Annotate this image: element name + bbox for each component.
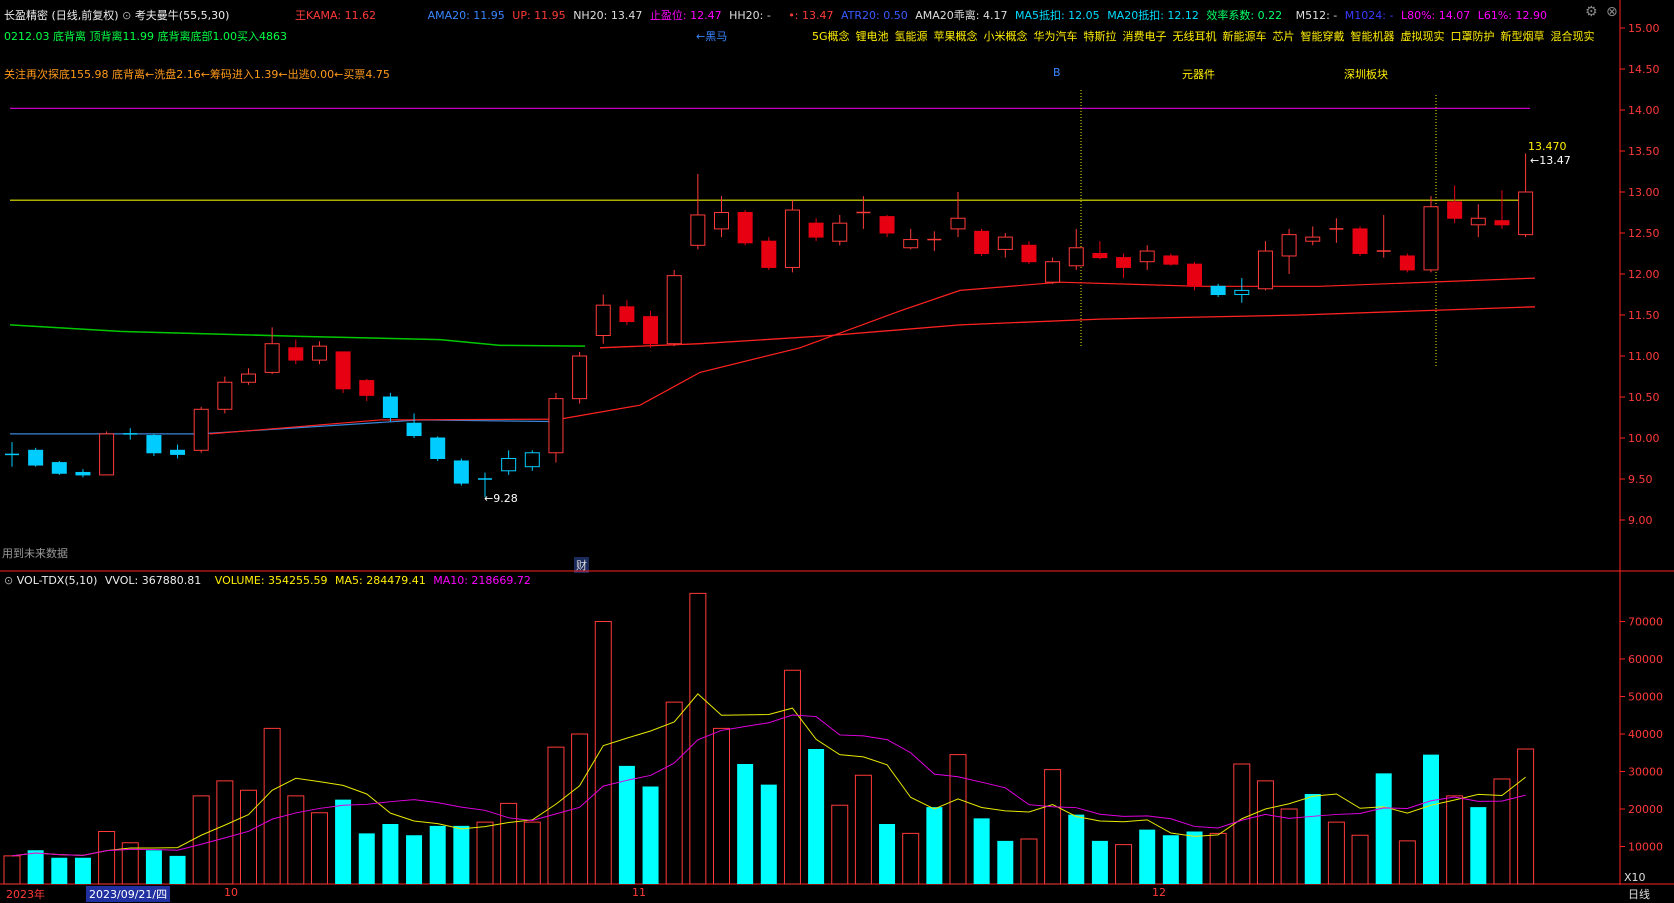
- volume-bar: [1186, 831, 1203, 884]
- volume-bar: [192, 795, 210, 885]
- vol-tick-label: 30000: [1628, 766, 1663, 779]
- volume-bar: [689, 592, 707, 885]
- volume-bar: [1044, 769, 1062, 885]
- volume-bar: [287, 795, 305, 885]
- volume-bar: [831, 804, 849, 885]
- period-tab[interactable]: 日线: [1628, 886, 1650, 902]
- volume-chart[interactable]: 70000 60000 50000 40000 30000 20000 10000: [0, 0, 1674, 903]
- volume-bar: [1162, 835, 1179, 884]
- volume-bar: [1423, 754, 1439, 884]
- volume-bar: [1068, 814, 1085, 884]
- vol-tick-label: 10000: [1628, 841, 1663, 854]
- volume-bar: [1446, 795, 1464, 885]
- volume-bar: [1351, 834, 1369, 885]
- year-label: 2023年: [6, 888, 45, 901]
- volume-bar: [1139, 829, 1156, 884]
- volume-bar: [737, 764, 754, 884]
- volume-bar: [1256, 780, 1274, 885]
- volume-bar: [216, 780, 234, 885]
- month-10: 10: [224, 886, 238, 899]
- volume-bar: [476, 821, 494, 885]
- volume-bar: [760, 784, 777, 884]
- vol-tick-label: 50000: [1628, 691, 1663, 704]
- volume-bar: [1280, 808, 1298, 885]
- volume-bar: [594, 621, 612, 885]
- volume-bar: [263, 727, 281, 885]
- volume-bar: [902, 832, 920, 885]
- volume-bar: [1091, 840, 1108, 884]
- volume-bar: [27, 850, 44, 884]
- volume-bar: [1020, 838, 1038, 885]
- volume-bar: [335, 799, 352, 884]
- vol-tick-label: 40000: [1628, 728, 1663, 741]
- month-11: 11: [632, 886, 646, 899]
- volume-bar: [808, 749, 825, 884]
- volume-bar: [453, 825, 470, 884]
- volume-bar: [854, 774, 872, 885]
- volume-bar: [1517, 748, 1535, 885]
- volume-bar: [665, 701, 683, 885]
- volume-bar: [358, 833, 375, 884]
- volume-bar: [500, 802, 518, 885]
- volume-bar: [1115, 844, 1133, 885]
- volume-bar: [949, 754, 967, 885]
- x10-label[interactable]: X10: [1624, 871, 1646, 884]
- volume-bar: [973, 818, 990, 884]
- time-axis: 2023年 2023/09/21/四 10 11 12 日线: [0, 886, 1674, 903]
- vol-tick-label: 70000: [1628, 616, 1663, 629]
- volume-bar: [1304, 794, 1321, 884]
- volume-bar: [98, 831, 116, 885]
- month-12: 12: [1152, 886, 1166, 899]
- volume-bar: [783, 669, 801, 885]
- volume-bar: [618, 765, 635, 884]
- volume-bar: [926, 807, 943, 884]
- volume-bar: [1375, 773, 1392, 884]
- volume-bar: [1209, 832, 1227, 885]
- volume-bar: [382, 824, 399, 884]
- volume-bar: [997, 840, 1014, 884]
- volume-bar: [642, 786, 659, 884]
- volume-bar: [406, 835, 423, 884]
- volume-bar: [713, 727, 730, 885]
- vol-tick-label: 20000: [1628, 803, 1663, 816]
- volume-bar: [879, 824, 896, 884]
- volume-bar: [1398, 840, 1416, 885]
- volume-bar: [145, 850, 162, 884]
- volume-bar: [310, 812, 328, 885]
- volume-bar: [240, 789, 257, 885]
- volume-bar: [3, 855, 21, 885]
- volume-bar: [169, 855, 186, 884]
- volume-bar: [74, 857, 91, 884]
- volume-bar: [1233, 763, 1251, 885]
- vol-tick-label: 60000: [1628, 653, 1663, 666]
- cursor-date: 2023/09/21/四: [86, 886, 171, 902]
- volume-bar: [1470, 807, 1487, 884]
- volume-bar: [1327, 821, 1345, 885]
- volume-bar: [51, 857, 68, 884]
- volume-bar: [429, 825, 446, 884]
- volume-bar: [523, 821, 541, 885]
